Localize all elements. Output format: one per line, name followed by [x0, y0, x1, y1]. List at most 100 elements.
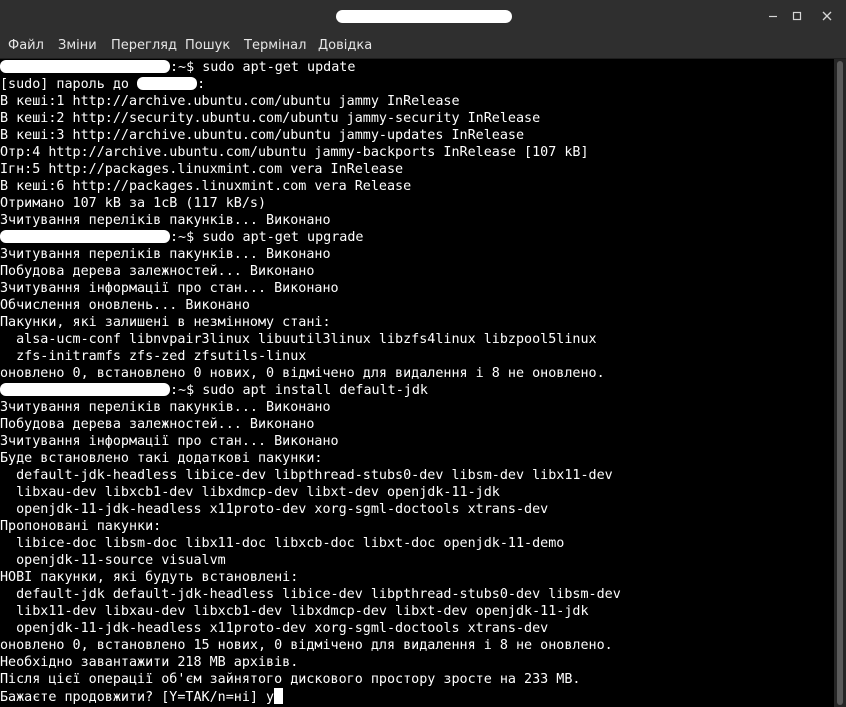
output-text: openjdk-11-jdk-headless x11proto-dev xor… [0, 502, 549, 517]
terminal-line: Пропоновані пакунки: [0, 518, 834, 535]
close-button[interactable] [815, 5, 839, 27]
minimize-button[interactable] [761, 5, 785, 27]
terminal-line: Отр:4 http://archive.ubuntu.com/ubuntu j… [0, 144, 834, 161]
terminal-line: Пакунки, які залишені в незмінному стані… [0, 314, 834, 331]
terminal-line: Обчислення оновлень... Виконано [0, 297, 834, 314]
sudo-prompt-colon: : [197, 77, 206, 92]
close-icon [822, 11, 832, 21]
scrollbar-thumb[interactable] [837, 61, 843, 705]
typed-input: y [266, 690, 275, 705]
output-text: Отр:4 http://archive.ubuntu.com/ubuntu j… [0, 145, 589, 160]
text-cursor [274, 688, 284, 704]
output-text: Зчитування переліків пакунків... Виконан… [0, 247, 331, 262]
output-text: Обчислення оновлень... Виконано [0, 298, 250, 313]
output-text: openjdk-11-source visualvm [0, 553, 226, 568]
maximize-button[interactable] [785, 5, 809, 27]
output-text: libice-doc libsm-doc libx11-doc libxcb-d… [0, 536, 565, 551]
terminal-line: Після цієї операції об'єм зайнятого диск… [0, 671, 834, 688]
output-text: default-jdk-headless libice-dev libpthre… [0, 468, 613, 483]
output-text: Зчитування переліків пакунків... Виконан… [0, 400, 331, 415]
menu-bar: Файл Зміни Перегляд Пошук Термінал Довід… [0, 34, 846, 59]
title-bar[interactable] [0, 0, 846, 34]
output-text: В кеші:2 http://security.ubuntu.com/ubun… [0, 111, 541, 126]
maximize-icon [792, 11, 802, 21]
terminal-line: zfs-initramfs zfs-zed zfsutils-linux [0, 348, 834, 365]
prompt-host-redacted [0, 60, 170, 73]
terminal-line: Ігн:5 http://packages.linuxmint.com vera… [0, 161, 834, 178]
username-redacted [137, 77, 198, 90]
prompt-host-redacted [0, 383, 170, 396]
menu-file[interactable]: Файл [8, 38, 44, 53]
terminal-line: :~$ sudo apt-get update [0, 59, 834, 76]
terminal-line: Зчитування переліків пакунків... Виконан… [0, 246, 834, 263]
terminal-line: libxau-dev libxcb1-dev libxdmcp-dev libx… [0, 484, 834, 501]
menu-help[interactable]: Довідка [318, 38, 372, 53]
terminal-line: В кеші:1 http://archive.ubuntu.com/ubunt… [0, 93, 834, 110]
output-text: libxau-dev libxcb1-dev libxdmcp-dev libx… [0, 485, 500, 500]
terminal-line: libx11-dev libxau-dev libxcb1-dev libxdm… [0, 603, 834, 620]
terminal-line: оновлено 0, встановлено 0 нових, 0 відмі… [0, 365, 834, 382]
terminal-line: оновлено 0, встановлено 15 нових, 0 відм… [0, 637, 834, 654]
terminal-line: НОВІ пакунки, які будуть встановлені: [0, 569, 834, 586]
terminal-line: Побудова дерева залежностей... Виконано [0, 416, 834, 433]
terminal-line: Бажаєте продовжити? [Y=ТАК/n=ні] y [0, 688, 834, 705]
menu-search[interactable]: Пошук [185, 38, 230, 53]
terminal-line: Отримано 107 kB за 1сВ (117 kB/s) [0, 195, 834, 212]
terminal-line: openjdk-11-jdk-headless x11proto-dev xor… [0, 501, 834, 518]
terminal-line: Зчитування переліків пакунків... Виконан… [0, 212, 834, 229]
output-text: Зчитування інформації про стан... Викона… [0, 281, 339, 296]
window-title-redacted [336, 10, 512, 23]
output-text: Пакунки, які залишені в незмінному стані… [0, 315, 331, 330]
terminal-line: Буде встановлено такі додаткові пакунки: [0, 450, 834, 467]
terminal-line: Зчитування переліків пакунків... Виконан… [0, 399, 834, 416]
output-text: Буде встановлено такі додаткові пакунки: [0, 451, 323, 466]
terminal-line: В кеші:6 http://packages.linuxmint.com v… [0, 178, 834, 195]
confirm-prompt: Бажаєте продовжити? [Y=ТАК/n=ні] [0, 690, 267, 705]
terminal-line: :~$ sudo apt install default-jdk [0, 382, 834, 399]
terminal-output[interactable]: :~$ sudo apt-get update [sudo] пароль до … [0, 59, 834, 707]
prompt-host-redacted [0, 230, 170, 243]
terminal-line: :~$ sudo apt-get upgrade [0, 229, 834, 246]
terminal-line: В кеші:3 http://archive.ubuntu.com/ubunt… [0, 127, 834, 144]
minimize-icon [769, 15, 777, 18]
terminal-line: openjdk-11-source visualvm [0, 552, 834, 569]
terminal-window: Файл Зміни Перегляд Пошук Термінал Довід… [0, 0, 846, 707]
prompt-symbol: :~$ [170, 383, 203, 398]
terminal-line: alsa-ucm-conf libnvpair3linux libuutil3l… [0, 331, 834, 348]
output-text: В кеші:1 http://archive.ubuntu.com/ubunt… [0, 94, 460, 109]
output-text: Необхідно завантажити 218 MB архівів. [0, 655, 299, 670]
prompt-symbol: :~$ [170, 230, 203, 245]
output-text: В кеші:3 http://archive.ubuntu.com/ubunt… [0, 128, 525, 143]
terminal-line: default-jdk-headless libice-dev libpthre… [0, 467, 834, 484]
terminal-line: [sudo] пароль до : [0, 76, 834, 93]
terminal-line: В кеші:2 http://security.ubuntu.com/ubun… [0, 110, 834, 127]
output-text: Ігн:5 http://packages.linuxmint.com vera… [0, 162, 404, 177]
output-text: В кеші:6 http://packages.linuxmint.com v… [0, 179, 412, 194]
terminal-line: default-jdk default-jdk-headless libice-… [0, 586, 834, 603]
terminal-line: Зчитування інформації про стан... Викона… [0, 433, 834, 450]
output-text: Отримано 107 kB за 1сВ (117 kB/s) [0, 196, 267, 211]
output-text: Після цієї операції об'єм зайнятого диск… [0, 672, 581, 687]
output-text: оновлено 0, встановлено 15 нових, 0 відм… [0, 638, 613, 653]
output-text: openjdk-11-jdk-headless x11proto-dev xor… [0, 621, 549, 636]
menu-edit[interactable]: Зміни [58, 38, 97, 53]
menu-terminal[interactable]: Термінал [244, 38, 306, 53]
terminal-line: Побудова дерева залежностей... Виконано [0, 263, 834, 280]
output-text: оновлено 0, встановлено 0 нових, 0 відмі… [0, 366, 605, 381]
output-text: Зчитування інформації про стан... Викона… [0, 434, 339, 449]
output-text: alsa-ucm-conf libnvpair3linux libuutil3l… [0, 332, 597, 347]
terminal-line: Необхідно завантажити 218 MB архівів. [0, 654, 834, 671]
output-text: Побудова дерева залежностей... Виконано [0, 264, 315, 279]
output-text: НОВІ пакунки, які будуть встановлені: [0, 570, 299, 585]
sudo-prompt-text: [sudo] пароль до [0, 77, 138, 92]
scrollbar[interactable] [834, 59, 846, 707]
menu-view[interactable]: Перегляд [111, 38, 177, 53]
command-text: sudo apt-get upgrade [202, 230, 364, 245]
output-text: Побудова дерева залежностей... Виконано [0, 417, 315, 432]
command-text: sudo apt-get update [202, 60, 356, 75]
prompt-symbol: :~$ [170, 60, 203, 75]
output-text: Зчитування переліків пакунків... Виконан… [0, 213, 331, 228]
terminal-line: openjdk-11-jdk-headless x11proto-dev xor… [0, 620, 834, 637]
output-text: Пропоновані пакунки: [0, 519, 162, 534]
output-text: libx11-dev libxau-dev libxcb1-dev libxdm… [0, 604, 589, 619]
